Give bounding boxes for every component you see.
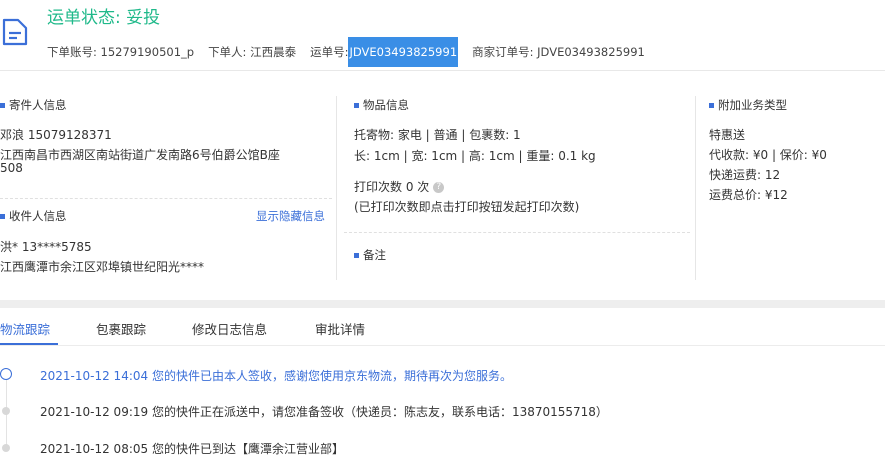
cod-insurance-line: 代收款: ¥0 | 保价: ¥0 xyxy=(709,148,827,162)
remark-section-title: 备注 xyxy=(354,247,386,263)
tab-logistics-tracking[interactable]: 物流跟踪 xyxy=(0,319,50,338)
section-band-divider xyxy=(0,300,885,308)
section-marker-icon xyxy=(709,102,714,108)
help-icon[interactable]: ? xyxy=(433,182,445,193)
goods-type-line: 托寄物: 家电 | 普通 | 包裹数: 1 xyxy=(354,128,521,142)
timeline-dot xyxy=(2,407,10,415)
show-hidden-info-link[interactable]: 显示隐藏信息 xyxy=(256,208,325,224)
receiver-name-phone: 洪* 13****5785 xyxy=(0,240,92,254)
tab-package-tracking[interactable]: 包裹跟踪 xyxy=(96,319,146,338)
print-count-note: (已打印次数即点击打印按钮发起打印次数) xyxy=(354,200,580,214)
receiver-address: 江西鹰潭市余江区邓埠镇世纪阳光**** xyxy=(0,260,205,274)
column-divider xyxy=(695,96,696,280)
sender-name-phone: 邓浪 15079128371 xyxy=(0,128,112,142)
extra-service-section-title: 附加业务类型 xyxy=(709,97,787,113)
waybill-status-title: 运单状态: 妥投 xyxy=(47,8,161,28)
section-marker-icon xyxy=(354,252,359,258)
timeline-entry: 2021-10-12 09:19 您的快件正在派送中，请您准备签收（快递员：陈志… xyxy=(40,405,608,419)
shipping-fee: 快递运费: 12 xyxy=(709,168,781,182)
header-divider xyxy=(0,70,885,71)
sender-address-line2: 508 xyxy=(0,161,23,175)
document-icon xyxy=(2,18,28,46)
print-count: 打印次数 0 次 xyxy=(354,180,430,194)
waybill-number[interactable]: JDVE03493825991 xyxy=(348,37,459,67)
goods-divider xyxy=(344,232,690,233)
merchant-order-number: 商家订单号: JDVE03493825991 xyxy=(472,45,645,59)
waybill-label: 运单号: xyxy=(310,45,349,59)
sender-address-line1: 江西南昌市西湖区南站街道广发南路6号伯爵公馆B座 xyxy=(0,148,280,162)
sender-section-title: 寄件人信息 xyxy=(0,97,67,113)
service-type: 特惠送 xyxy=(709,128,746,142)
column-divider xyxy=(336,96,337,280)
tabs-divider xyxy=(0,345,885,346)
timeline-entry: 2021-10-12 14:04 您的快件已由本人签收，感谢您使用京东物流，期待… xyxy=(40,369,512,383)
timeline-current-dot xyxy=(0,368,12,380)
print-count-row: 打印次数 0 次? xyxy=(354,178,445,195)
receiver-section-title: 收件人信息 xyxy=(0,208,67,224)
timeline-entry: 2021-10-12 08:05 您的快件已到达【鹰潭余江营业部】 xyxy=(40,442,344,456)
tab-approval-details[interactable]: 审批详情 xyxy=(315,319,365,338)
tab-change-log[interactable]: 修改日志信息 xyxy=(192,319,267,338)
sender-divider xyxy=(0,198,332,199)
orderer: 下单人: 江西晨泰 xyxy=(208,45,297,59)
section-marker-icon xyxy=(0,102,5,108)
section-marker-icon xyxy=(354,102,359,108)
timeline-dot xyxy=(2,444,10,452)
section-marker-icon xyxy=(0,213,5,219)
order-account: 下单账号: 15279190501_p xyxy=(47,45,195,59)
total-fee: 运费总价: ¥12 xyxy=(709,188,788,202)
goods-dimensions-line: 长: 1cm | 宽: 1cm | 高: 1cm | 重量: 0.1 kg xyxy=(354,149,596,163)
order-meta-row: 下单账号: 15279190501_p 下单人: 江西晨泰 运单号: JDVE0… xyxy=(47,37,645,67)
goods-section-title: 物品信息 xyxy=(354,97,409,113)
